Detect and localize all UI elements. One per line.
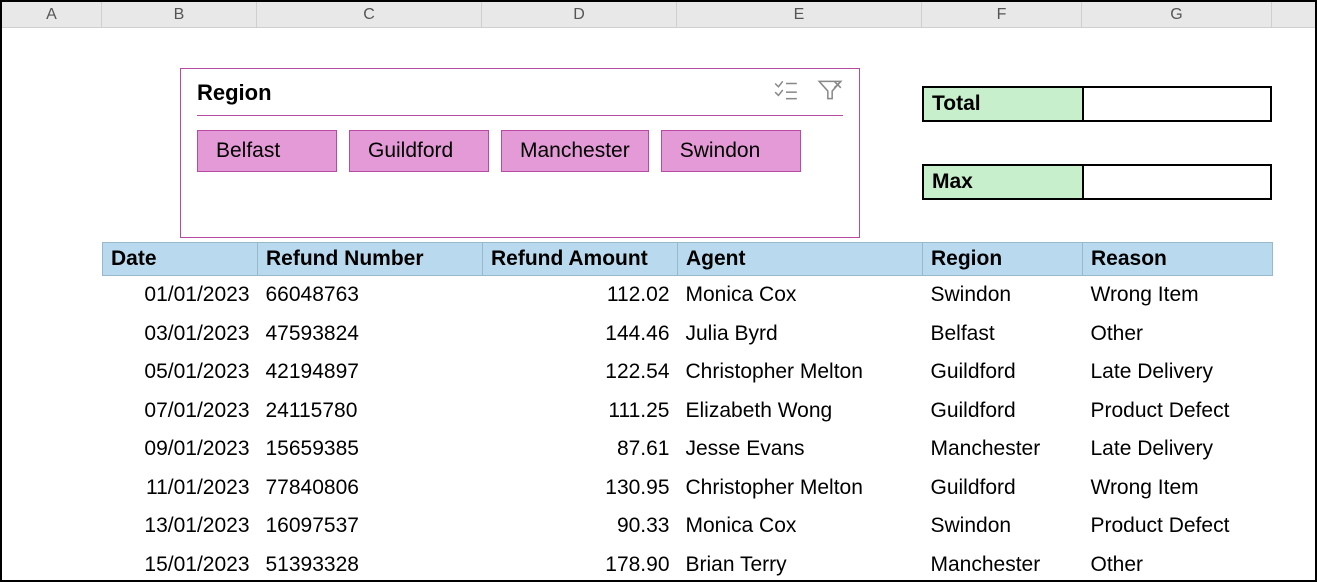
cell-region[interactable]: Manchester: [923, 546, 1083, 582]
cell-region[interactable]: Guildford: [923, 392, 1083, 431]
col-header-b[interactable]: B: [102, 2, 257, 27]
cell-region[interactable]: Guildford: [923, 353, 1083, 392]
cell-amount[interactable]: 178.90: [483, 546, 678, 582]
slicer-item-guildford[interactable]: Guildford: [349, 130, 489, 172]
header-agent[interactable]: Agent: [678, 243, 923, 276]
header-amount[interactable]: Refund Amount: [483, 243, 678, 276]
spreadsheet-window: A B C D E F G Region Belfast: [0, 0, 1317, 582]
cell-amount[interactable]: 122.54: [483, 353, 678, 392]
cell-date[interactable]: 05/01/2023: [103, 353, 258, 392]
table-header-row: Date Refund Number Refund Amount Agent R…: [103, 243, 1273, 276]
cell-date[interactable]: 15/01/2023: [103, 546, 258, 582]
slicer-icons: [773, 79, 843, 107]
cell-amount[interactable]: 90.33: [483, 507, 678, 546]
cell-region[interactable]: Belfast: [923, 315, 1083, 354]
cell-agent[interactable]: Jesse Evans: [678, 430, 923, 469]
cell-region[interactable]: Manchester: [923, 430, 1083, 469]
table-row[interactable]: 07/01/202324115780111.25Elizabeth WongGu…: [103, 392, 1273, 431]
col-header-c[interactable]: C: [257, 2, 482, 27]
multiselect-icon[interactable]: [773, 79, 799, 107]
cell-refnum[interactable]: 24115780: [258, 392, 483, 431]
table-row[interactable]: 03/01/202347593824144.46Julia ByrdBelfas…: [103, 315, 1273, 354]
col-header-f[interactable]: F: [922, 2, 1082, 27]
cell-agent[interactable]: Monica Cox: [678, 507, 923, 546]
slicer-header: Region: [197, 79, 843, 116]
col-header-a[interactable]: A: [2, 2, 102, 27]
table-row[interactable]: 05/01/202342194897122.54Christopher Melt…: [103, 353, 1273, 392]
slicer-item-belfast[interactable]: Belfast: [197, 130, 337, 172]
cell-reason[interactable]: Product Defect: [1083, 392, 1273, 431]
cell-agent[interactable]: Monica Cox: [678, 276, 923, 315]
col-header-g[interactable]: G: [1082, 2, 1272, 27]
total-row: Total: [922, 86, 1272, 122]
table-row[interactable]: 11/01/202377840806130.95Christopher Melt…: [103, 469, 1273, 508]
cell-amount[interactable]: 130.95: [483, 469, 678, 508]
total-label-cell[interactable]: Total: [924, 88, 1084, 120]
cell-amount[interactable]: 112.02: [483, 276, 678, 315]
cell-refnum[interactable]: 77840806: [258, 469, 483, 508]
header-region[interactable]: Region: [923, 243, 1083, 276]
cell-refnum[interactable]: 15659385: [258, 430, 483, 469]
max-row: Max: [922, 164, 1272, 200]
header-date[interactable]: Date: [103, 243, 258, 276]
header-reason[interactable]: Reason: [1083, 243, 1273, 276]
cell-reason[interactable]: Wrong Item: [1083, 469, 1273, 508]
column-headers-row: A B C D E F G: [2, 2, 1315, 28]
col-header-d[interactable]: D: [482, 2, 677, 27]
cell-agent[interactable]: Elizabeth Wong: [678, 392, 923, 431]
cell-reason[interactable]: Wrong Item: [1083, 276, 1273, 315]
cell-refnum[interactable]: 16097537: [258, 507, 483, 546]
cell-reason[interactable]: Product Defect: [1083, 507, 1273, 546]
refunds-table: Date Refund Number Refund Amount Agent R…: [102, 242, 1273, 582]
slicer-item-swindon[interactable]: Swindon: [661, 130, 801, 172]
table-row[interactable]: 13/01/20231609753790.33Monica CoxSwindon…: [103, 507, 1273, 546]
cell-date[interactable]: 07/01/2023: [103, 392, 258, 431]
cell-date[interactable]: 13/01/2023: [103, 507, 258, 546]
cell-agent[interactable]: Brian Terry: [678, 546, 923, 582]
cell-reason[interactable]: Other: [1083, 546, 1273, 582]
col-header-e[interactable]: E: [677, 2, 922, 27]
header-refnum[interactable]: Refund Number: [258, 243, 483, 276]
table-row[interactable]: 15/01/202351393328178.90Brian TerryManch…: [103, 546, 1273, 582]
cell-refnum[interactable]: 42194897: [258, 353, 483, 392]
cell-region[interactable]: Guildford: [923, 469, 1083, 508]
cell-date[interactable]: 09/01/2023: [103, 430, 258, 469]
cell-agent[interactable]: Julia Byrd: [678, 315, 923, 354]
slicer-item-manchester[interactable]: Manchester: [501, 130, 649, 172]
cell-agent[interactable]: Christopher Melton: [678, 469, 923, 508]
table-row[interactable]: 01/01/202366048763112.02Monica CoxSwindo…: [103, 276, 1273, 315]
max-value-cell[interactable]: [1084, 166, 1270, 198]
cell-region[interactable]: Swindon: [923, 276, 1083, 315]
max-label-cell[interactable]: Max: [924, 166, 1084, 198]
slicer-items: Belfast Guildford Manchester Swindon: [197, 130, 843, 172]
cell-refnum[interactable]: 51393328: [258, 546, 483, 582]
cell-agent[interactable]: Christopher Melton: [678, 353, 923, 392]
cell-reason[interactable]: Late Delivery: [1083, 430, 1273, 469]
cell-amount[interactable]: 111.25: [483, 392, 678, 431]
region-slicer[interactable]: Region Belfast Guildford Manchester Swin…: [180, 68, 860, 238]
table-row[interactable]: 09/01/20231565938587.61Jesse EvansManche…: [103, 430, 1273, 469]
cell-date[interactable]: 01/01/2023: [103, 276, 258, 315]
cell-refnum[interactable]: 47593824: [258, 315, 483, 354]
clear-filter-icon[interactable]: [817, 79, 843, 107]
cell-date[interactable]: 03/01/2023: [103, 315, 258, 354]
slicer-title: Region: [197, 80, 272, 106]
sheet-content: Region Belfast Guildford Manchester Swin…: [2, 28, 1315, 580]
cell-reason[interactable]: Late Delivery: [1083, 353, 1273, 392]
cell-reason[interactable]: Other: [1083, 315, 1273, 354]
cell-region[interactable]: Swindon: [923, 507, 1083, 546]
cell-date[interactable]: 11/01/2023: [103, 469, 258, 508]
cell-amount[interactable]: 144.46: [483, 315, 678, 354]
total-value-cell[interactable]: [1084, 88, 1270, 120]
cell-amount[interactable]: 87.61: [483, 430, 678, 469]
cell-refnum[interactable]: 66048763: [258, 276, 483, 315]
